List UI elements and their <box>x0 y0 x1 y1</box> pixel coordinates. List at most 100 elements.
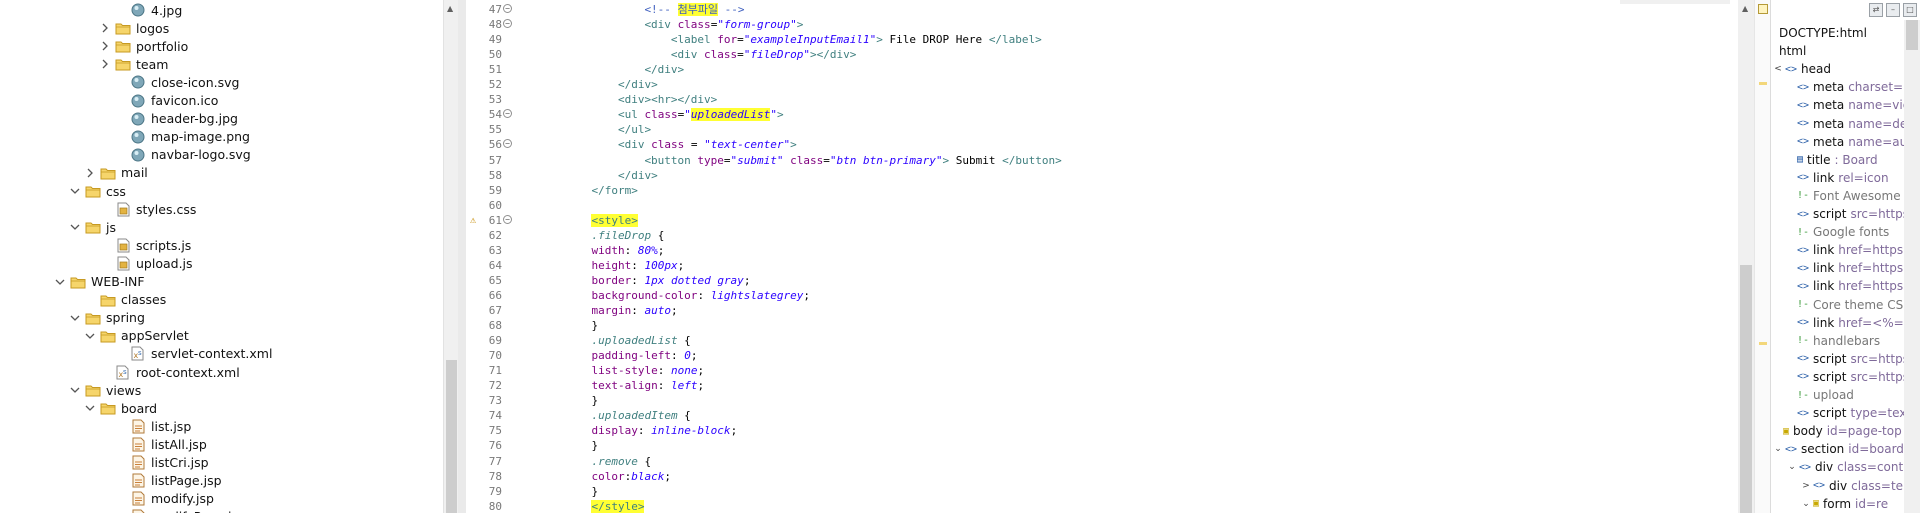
outline-item[interactable]: !- handlebars <box>1797 332 1880 350</box>
outline-item[interactable]: !- Font Awesome ic <box>1797 187 1914 205</box>
code-line[interactable]: 67 margin: auto; <box>458 303 1728 318</box>
chevron-right-icon[interactable] <box>84 167 96 179</box>
editor-scrollbar[interactable]: ▲ <box>1738 0 1754 513</box>
code-line[interactable]: 70 padding-left: 0; <box>458 348 1728 363</box>
explorer-item[interactable]: listPage.jsp <box>114 472 222 490</box>
outline-item[interactable]: <> link href=https:/ <box>1797 277 1911 295</box>
explorer-item[interactable]: x s servlet-context.xml <box>114 345 272 363</box>
explorer-item[interactable]: js <box>69 218 116 236</box>
explorer-scrollbar[interactable]: ▲ <box>443 0 459 513</box>
fold-toggle-icon[interactable]: − <box>503 139 512 149</box>
link-with-editor-icon[interactable]: ⇄ <box>1869 3 1883 17</box>
code-line[interactable]: 73} <box>458 393 1728 408</box>
editor-scroll-thumb[interactable] <box>1740 265 1752 513</box>
code-line[interactable]: 74 .uploadedItem { <box>458 408 1728 423</box>
outline-item[interactable]: <> meta name=auth <box>1797 133 1920 151</box>
code-editor[interactable]: 47− <!-- 첨부파일 --> 48− <div class="form-grou… <box>458 0 1738 513</box>
explorer-item[interactable]: 4.jpg <box>114 1 182 19</box>
code-line[interactable]: 53 <div><hr></div> <box>458 92 1728 107</box>
fold-toggle-icon[interactable]: − <box>503 214 512 224</box>
explorer-item[interactable]: upload.js <box>99 254 193 272</box>
explorer-item[interactable]: spring <box>69 309 145 327</box>
outline-item[interactable]: <> script src=https:/ <box>1797 350 1917 368</box>
code-line[interactable]: 71 list-style: none; <box>458 363 1728 378</box>
chevron-down-icon[interactable] <box>84 402 96 414</box>
explorer-item[interactable]: css <box>69 182 126 200</box>
outline-item[interactable]: <> meta name=view <box>1797 96 1920 114</box>
outline-item[interactable]: DOCTYPE:html <box>1779 24 1867 42</box>
outline-item[interactable]: ▤ title: Board <box>1797 151 1878 169</box>
explorer-item[interactable]: listAll.jsp <box>114 435 207 453</box>
chevron-right-icon[interactable] <box>99 22 111 34</box>
code-line[interactable]: 47− <!-- 첨부파일 --> <box>458 2 1728 17</box>
outline-item[interactable]: <> meta name=desc <box>1797 115 1920 133</box>
outline-item[interactable]: ⌄ <> section id=board <box>1773 440 1904 458</box>
explorer-item[interactable]: x s root-context.xml <box>99 363 240 381</box>
minimize-icon[interactable]: – <box>1886 3 1900 17</box>
explorer-item[interactable]: list.jsp <box>114 417 191 435</box>
explorer-item[interactable]: WEB-INF <box>54 273 145 291</box>
outline-item[interactable]: ⌄ ▣ form id=re <box>1801 495 1888 513</box>
code-line[interactable]: 80 </style> <box>458 499 1728 513</box>
explorer-item[interactable]: logos <box>99 19 169 37</box>
outline-item[interactable]: > <> div class=te <box>1801 477 1903 495</box>
code-line[interactable]: 79} <box>458 484 1728 499</box>
fold-toggle-icon[interactable]: − <box>503 19 512 29</box>
code-line[interactable]: 68} <box>458 318 1728 333</box>
code-line[interactable]: 51 </div> <box>458 62 1728 77</box>
code-line[interactable]: 78 color:black; <box>458 469 1728 484</box>
code-line[interactable]: 54− <ul class="uploadedList"> <box>458 107 1728 122</box>
chevron-down-icon[interactable]: ⌄ <box>1773 444 1783 454</box>
outline-item[interactable]: html <box>1779 42 1806 60</box>
scroll-up-arrow-icon[interactable]: ▲ <box>447 4 453 13</box>
explorer-item[interactable]: close-icon.svg <box>114 73 239 91</box>
explorer-item[interactable]: appServlet <box>84 327 189 345</box>
outline-item[interactable]: <> link href=<%=re <box>1797 314 1916 332</box>
overview-marker[interactable] <box>1759 342 1767 345</box>
explorer-item[interactable]: map-image.png <box>114 128 250 146</box>
chevron-down-icon[interactable]: ⌄ <box>1801 499 1811 509</box>
code-line[interactable]: 57 <button type="submit" class="btn btn-p… <box>458 153 1728 168</box>
chevron-down-icon[interactable] <box>54 276 66 288</box>
outline-item[interactable]: <> link rel=icon <box>1797 169 1889 187</box>
code-line[interactable]: 55 </ul> <box>458 122 1728 137</box>
overview-ruler[interactable] <box>1754 0 1771 513</box>
code-line[interactable]: 56− <div class = "text-center"> <box>458 137 1728 152</box>
outline-item[interactable]: <> script type=text/j <box>1797 404 1918 422</box>
scroll-up-arrow-icon[interactable]: ▲ <box>1742 4 1748 13</box>
outline-item[interactable]: !- Google fonts <box>1797 223 1889 241</box>
outline-item[interactable]: <> meta charset=utf <box>1797 78 1920 96</box>
code-line[interactable]: 64 height: 100px; <box>458 258 1728 273</box>
outline-scrollbar[interactable] <box>1904 20 1920 513</box>
outline-scroll-thumb[interactable] <box>1906 20 1918 50</box>
explorer-item[interactable]: scripts.js <box>99 236 191 254</box>
explorer-item[interactable]: modify.jsp <box>114 490 214 508</box>
explorer-item[interactable]: views <box>69 381 141 399</box>
code-line[interactable]: 63 width: 80%; <box>458 243 1728 258</box>
chevron-down-icon[interactable] <box>69 312 81 324</box>
outline-item[interactable]: <> script src=https:/ <box>1797 368 1917 386</box>
outline-item[interactable]: ▣ body id=page-top <box>1783 422 1902 440</box>
explorer-item[interactable]: modifyPage.jsp <box>114 508 246 513</box>
code-line[interactable]: 69 .uploadedList { <box>458 333 1728 348</box>
code-line[interactable]: 52 </div> <box>458 77 1728 92</box>
chevron-right-icon[interactable] <box>99 58 111 70</box>
code-line[interactable]: ⚠ 61− <style> <box>458 213 1728 228</box>
chevron-right-icon[interactable]: > <box>1801 481 1811 491</box>
code-line[interactable]: 76} <box>458 438 1728 453</box>
code-line[interactable]: 49 <label for="exampleInputEmail1"> File … <box>458 32 1728 47</box>
chevron-down-icon[interactable] <box>69 221 81 233</box>
explorer-item[interactable]: favicon.ico <box>114 92 218 110</box>
outline-item[interactable]: < <> head <box>1773 60 1831 78</box>
explorer-item[interactable]: listCri.jsp <box>114 454 209 472</box>
code-line[interactable]: 60 <box>458 198 1728 213</box>
explorer-item[interactable]: header-bg.jpg <box>114 110 238 128</box>
explorer-scroll-thumb[interactable] <box>446 360 457 513</box>
code-line[interactable]: 50 <div class="fileDrop"></div> <box>458 47 1728 62</box>
fold-toggle-icon[interactable]: − <box>503 109 512 119</box>
chevron-down-icon[interactable] <box>69 185 81 197</box>
outline-item[interactable]: !- Core theme CSS <box>1797 296 1911 314</box>
outline-item[interactable]: <> script src=https:/ <box>1797 205 1917 223</box>
code-line[interactable]: 48− <div class="form-group"> <box>458 17 1728 32</box>
chevron-right-icon[interactable] <box>99 40 111 52</box>
